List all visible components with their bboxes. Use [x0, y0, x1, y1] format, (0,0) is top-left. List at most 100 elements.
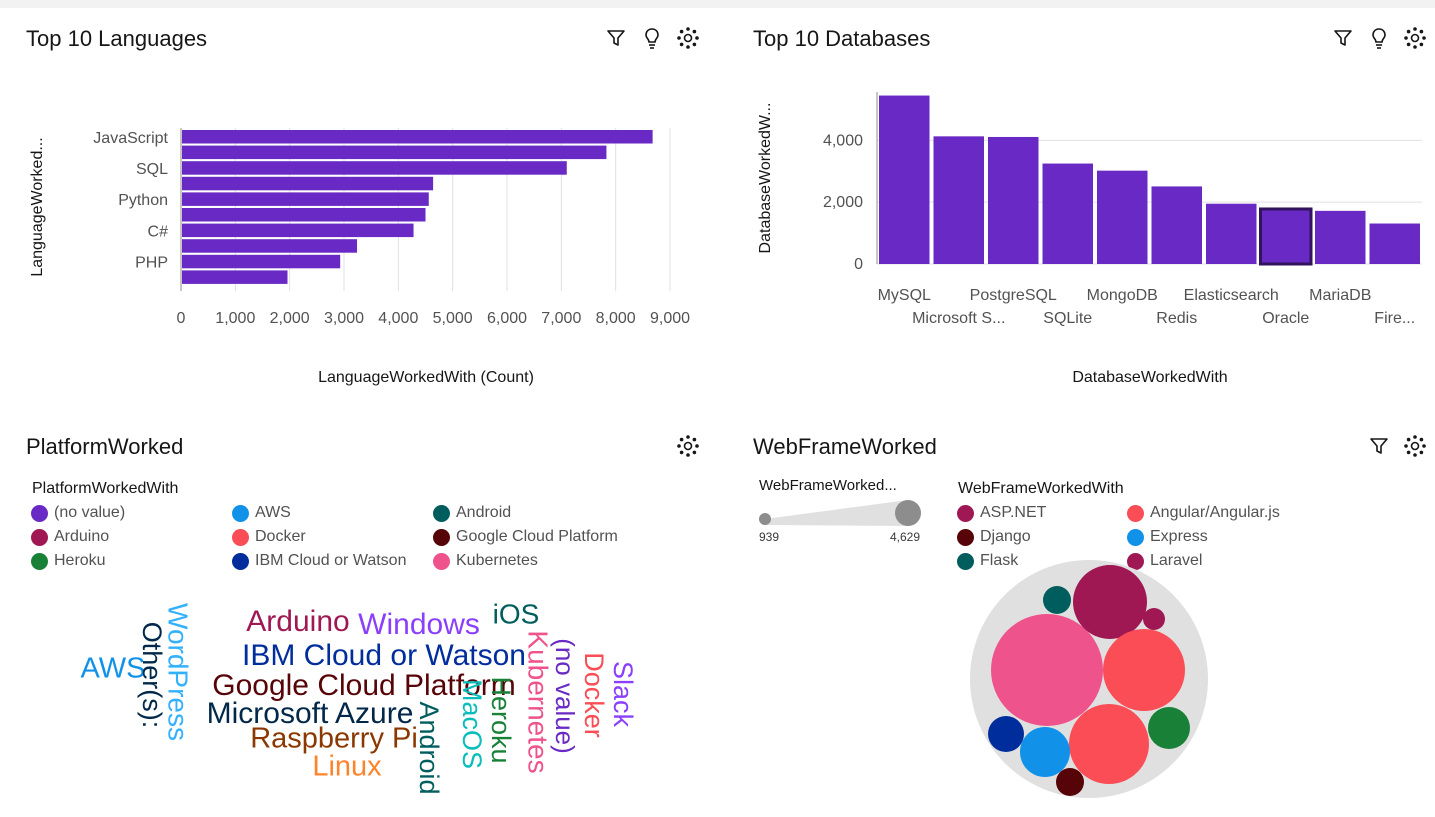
- bubble[interactable]: [1020, 727, 1070, 777]
- bubble[interactable]: [1073, 565, 1147, 639]
- bar[interactable]: [182, 161, 567, 175]
- bar[interactable]: [182, 192, 429, 206]
- legend-item[interactable]: Kubernetes: [433, 552, 538, 570]
- bubble[interactable]: [1148, 707, 1190, 749]
- word-cloud-word[interactable]: Docker: [579, 652, 609, 738]
- y-tick-label: 4,000: [823, 132, 863, 149]
- bar[interactable]: [1206, 203, 1257, 264]
- settings-icon[interactable]: [675, 433, 701, 459]
- legend-swatch: [232, 504, 249, 522]
- filter-icon[interactable]: [1366, 433, 1392, 459]
- word-cloud-word[interactable]: iOS: [493, 598, 540, 629]
- platform-title: PlatformWorked: [26, 434, 184, 459]
- legend-item[interactable]: Heroku: [31, 552, 106, 570]
- x-tick-label: Oracle: [1262, 310, 1309, 327]
- word-cloud-word[interactable]: IBM Cloud or Watson: [242, 639, 526, 672]
- bubble[interactable]: [1103, 629, 1185, 711]
- bar[interactable]: [182, 270, 288, 284]
- webframe-panel: WebFrameWorked WebFrameWorked... 939 4,6…: [718, 410, 1435, 817]
- bar[interactable]: [182, 254, 341, 269]
- webframe-title: WebFrameWorked: [753, 434, 937, 459]
- legend-swatch: [1127, 504, 1144, 522]
- legend-item[interactable]: IBM Cloud or Watson: [232, 552, 406, 570]
- word-cloud-word[interactable]: Other(s):: [137, 622, 167, 729]
- legend-label: Docker: [255, 528, 306, 545]
- bubble[interactable]: [988, 716, 1024, 752]
- bar[interactable]: [1315, 210, 1366, 264]
- word-cloud-word[interactable]: (no value): [550, 638, 580, 754]
- bar[interactable]: [182, 176, 434, 191]
- word-cloud-word[interactable]: Heroku: [486, 676, 516, 763]
- legend-label: (no value): [54, 504, 126, 521]
- bar[interactable]: [182, 130, 653, 144]
- bubble[interactable]: [1043, 586, 1071, 614]
- word-cloud-word[interactable]: Kubernetes: [523, 630, 554, 773]
- bubble[interactable]: [991, 614, 1103, 726]
- y-tick-label: C#: [148, 223, 169, 240]
- size-legend-min-circle: [759, 513, 771, 525]
- x-tick-label: Elasticsearch: [1184, 287, 1279, 304]
- bar[interactable]: [879, 95, 930, 264]
- x-tick-label: 0: [177, 310, 186, 327]
- legend-swatch: [232, 528, 249, 546]
- bubble[interactable]: [1056, 768, 1084, 796]
- size-legend-max-circle: [895, 500, 921, 526]
- x-tick-label: 7,000: [541, 310, 581, 327]
- legend-item[interactable]: Docker: [232, 528, 306, 546]
- legend-item[interactable]: Arduino: [31, 528, 109, 546]
- x-tick-label: Redis: [1156, 310, 1197, 327]
- word-cloud-word[interactable]: Arduino: [246, 605, 349, 638]
- legend-item[interactable]: AWS: [232, 504, 291, 522]
- legend-label: IBM Cloud or Watson: [255, 552, 407, 569]
- x-tick-label: 2,000: [270, 310, 310, 327]
- word-cloud-word[interactable]: Windows: [358, 608, 480, 641]
- x-tick-label: MongoDB: [1087, 287, 1158, 304]
- legend-swatch: [232, 552, 249, 570]
- word-cloud-word[interactable]: Android: [414, 701, 444, 794]
- legend-swatch: [31, 528, 48, 546]
- x-tick-label: 3,000: [324, 310, 364, 327]
- bubble[interactable]: [1143, 608, 1165, 630]
- bubble[interactable]: [1069, 704, 1149, 784]
- legend-item[interactable]: (no value): [31, 504, 125, 522]
- databases-chart: 0 2,000 4,000 MySQL Microsoft S... PostgreSQL…: [757, 92, 1422, 386]
- bar[interactable]: [933, 136, 985, 264]
- y-tick-label: 2,000: [823, 194, 863, 211]
- legend-item[interactable]: Angular/Angular.js: [1127, 504, 1280, 522]
- bar[interactable]: [182, 208, 426, 222]
- x-axis-title: LanguageWorkedWith (Count): [318, 369, 534, 386]
- word-cloud-word[interactable]: Linux: [312, 751, 382, 783]
- word-cloud-word[interactable]: AWS: [81, 653, 146, 685]
- word-cloud-word[interactable]: Slack: [608, 661, 638, 728]
- legend-label: Android: [456, 504, 512, 521]
- y-tick-label: SQL: [136, 161, 168, 178]
- languages-panel: Top 10 Languages 0 1,000 2,000 3,000 4,000 5,…: [0, 0, 717, 410]
- settings-icon[interactable]: [1402, 433, 1428, 459]
- legend-label: Google Cloud Platform: [456, 528, 618, 545]
- bar[interactable]: [182, 223, 414, 238]
- legend-item[interactable]: Google Cloud Platform: [433, 528, 618, 546]
- x-tick-label: MariaDB: [1309, 287, 1371, 304]
- bar[interactable]: [1369, 223, 1421, 264]
- bar[interactable]: [182, 145, 607, 160]
- bar[interactable]: [1097, 170, 1148, 264]
- legend-item[interactable]: Android: [433, 504, 511, 522]
- x-tick-label: 9,000: [650, 310, 690, 327]
- legend-item[interactable]: Express: [1127, 528, 1208, 546]
- legend-swatch: [31, 504, 48, 522]
- word-cloud-word[interactable]: MacOS: [457, 679, 487, 769]
- bar[interactable]: [1042, 163, 1094, 264]
- bar[interactable]: [182, 239, 358, 253]
- y-tick-label: PHP: [135, 255, 168, 272]
- legend-item[interactable]: ASP.NET: [957, 504, 1046, 522]
- legend-swatch: [31, 552, 48, 570]
- legend-item[interactable]: Django: [957, 528, 1031, 546]
- bar[interactable]: [1259, 207, 1313, 266]
- bar[interactable]: [1151, 186, 1203, 264]
- x-tick-label: SQLite: [1043, 310, 1092, 327]
- bar[interactable]: [988, 136, 1039, 264]
- x-tick-label: 4,000: [378, 310, 418, 327]
- x-tick-label: 6,000: [487, 310, 527, 327]
- x-axis-title: DatabaseWorkedWith: [1072, 369, 1227, 386]
- legend-swatch: [433, 528, 450, 546]
